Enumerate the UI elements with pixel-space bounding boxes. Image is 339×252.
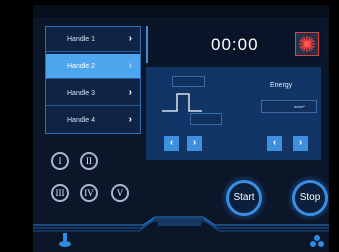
laser-burst-icon (299, 36, 315, 52)
chevron-right-icon: › (128, 60, 132, 71)
mode-button-4[interactable]: IV (80, 184, 98, 202)
chevron-right-icon: › (128, 87, 132, 98)
mode-button-2[interactable]: II (80, 152, 98, 170)
laser-button[interactable] (295, 32, 319, 56)
mode-button-1[interactable]: I (51, 152, 69, 170)
handle-item-label: Handle 4 (67, 117, 96, 124)
droplets-icon (310, 235, 324, 247)
chevron-right-icon: › (128, 33, 132, 44)
chevron-right-icon: › (128, 114, 132, 125)
handle-item-1[interactable]: Handle 1 › (46, 27, 140, 52)
pulse-top-field[interactable] (172, 76, 205, 87)
energy-prev-button[interactable]: ‹ (267, 136, 282, 151)
timer-display: 00:00 (211, 35, 259, 54)
device-screen: Handle 1 › Handle 2 › Handle 3 › Handle … (33, 5, 329, 252)
pulse-waveform-icon (162, 93, 202, 112)
energy-label: Energy (270, 82, 293, 89)
handle-item-label: Handle 2 (67, 63, 96, 70)
handle-list: Handle 1 › Handle 2 › Handle 3 › Handle … (45, 26, 141, 134)
energy-field[interactable] (261, 100, 317, 113)
parameter-panel: Energy w/cm² ‹ › ‹ › (146, 67, 321, 160)
energy-unit: w/cm² (294, 104, 305, 109)
timer-panel: 00:00 (146, 26, 323, 63)
bottom-decoration (33, 216, 329, 232)
handle-item-3[interactable]: Handle 3 › (46, 81, 140, 106)
pulse-width-field[interactable] (190, 113, 222, 125)
foot-pedal-icon (59, 233, 71, 247)
mode-button-5[interactable]: V (111, 184, 129, 202)
energy-next-button[interactable]: › (293, 136, 308, 151)
handle-item-4[interactable]: Handle 4 › (46, 108, 140, 133)
handle-item-label: Handle 1 (67, 36, 96, 43)
mode-button-3[interactable]: III (51, 184, 69, 202)
handle-item-2[interactable]: Handle 2 › (46, 54, 140, 79)
handle-item-label: Handle 3 (67, 90, 96, 97)
pulse-prev-button[interactable]: ‹ (164, 136, 179, 151)
pulse-next-button[interactable]: › (187, 136, 202, 151)
